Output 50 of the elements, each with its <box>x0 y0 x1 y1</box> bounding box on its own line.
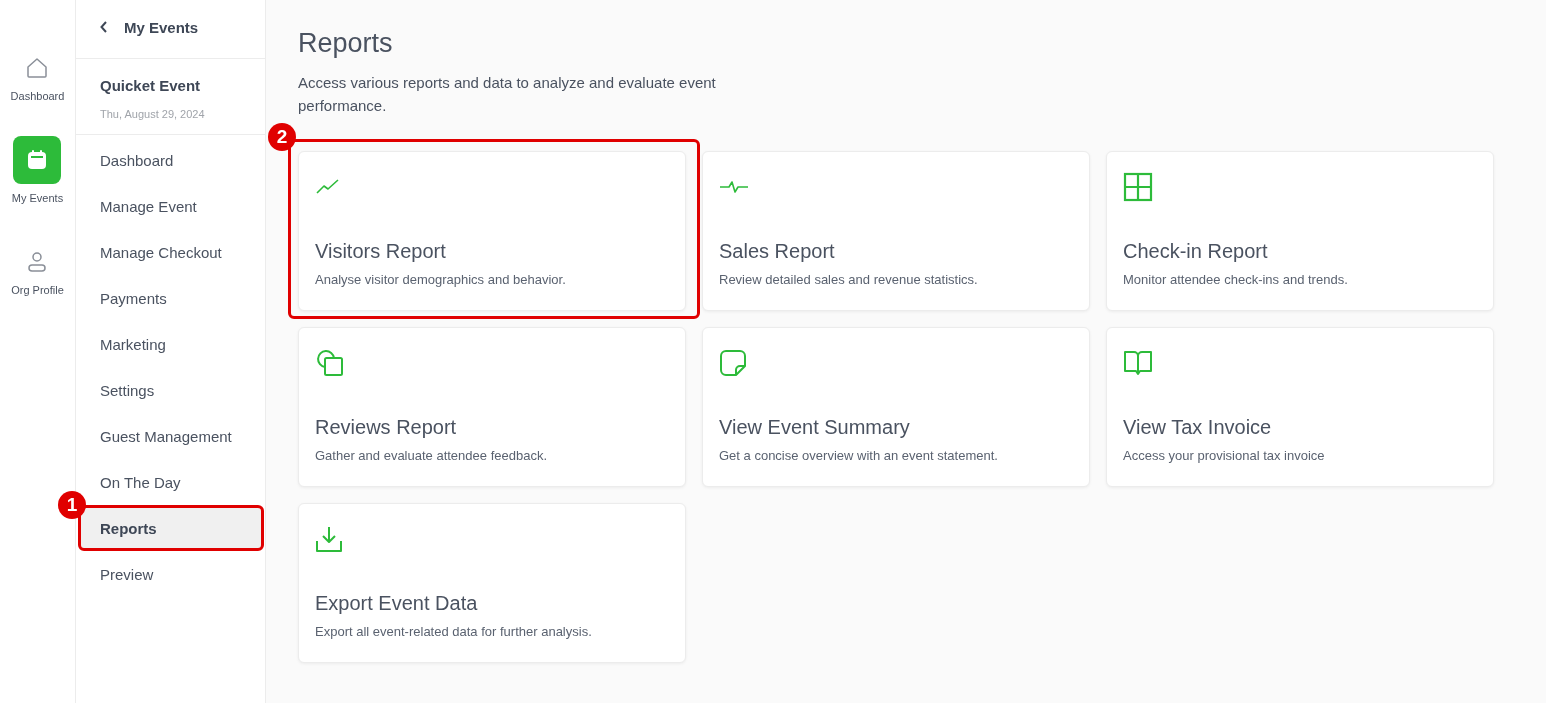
card-title: View Event Summary <box>719 416 911 439</box>
my-events-button[interactable] <box>13 136 62 184</box>
report-card[interactable]: View Tax Invoice Access your provisional tax invoice <box>1106 327 1494 487</box>
back-link[interactable]: My Events <box>76 0 265 59</box>
rail-label[interactable]: Org Profile <box>11 284 64 296</box>
report-card[interactable]: Visitors Report Analyse visitor demographics and behavior. <box>298 151 686 311</box>
rail-label[interactable]: My Events <box>11 192 64 204</box>
back-label[interactable]: My Events <box>124 19 199 36</box>
pulse-line-icon <box>719 179 749 195</box>
card-description: Review detailed sales and revenue statistics. <box>719 272 979 287</box>
sidebar-item[interactable]: Reports <box>80 507 262 549</box>
card-description: Export all event-related data for further analysis. <box>315 624 593 639</box>
card-description: Analyse visitor demographics and behavior. <box>315 272 567 287</box>
open-book-icon <box>1123 350 1153 376</box>
circle-square-icon <box>315 348 345 378</box>
event-date: Thu, August 29, 2024 <box>100 108 206 120</box>
card-title: Sales Report <box>719 240 836 263</box>
card-description: Access your provisional tax invoice <box>1123 448 1326 463</box>
sidebar-item[interactable]: Settings <box>80 369 262 411</box>
sidebar-item[interactable]: Manage Event <box>80 185 262 227</box>
sidebar-item[interactable]: Dashboard <box>80 139 262 181</box>
card-description: Monitor attendee check-ins and trends. <box>1123 272 1349 287</box>
event-name: Quicket Event <box>100 77 202 94</box>
page-description: Access various reports and data to analyze and evaluate event performance. <box>298 73 717 116</box>
grid-icon <box>1123 172 1153 202</box>
rail-label[interactable]: Dashboard <box>10 90 65 102</box>
report-card[interactable]: Check-in Report Monitor attendee check-ins and trends. <box>1106 151 1494 311</box>
sidebar-item[interactable]: Guest Management <box>80 415 262 457</box>
house-icon <box>25 56 50 80</box>
card-title: Export Event Data <box>315 592 479 615</box>
report-card[interactable]: Reviews Report Gather and evaluate attendee feedback. <box>298 327 686 487</box>
sidebar-item[interactable]: Marketing <box>80 323 262 365</box>
calendar-icon <box>26 149 49 171</box>
person-icon <box>26 250 49 274</box>
sidebar-item[interactable]: Manage Checkout <box>80 231 262 273</box>
card-description: Gather and evaluate attendee feedback. <box>315 448 548 463</box>
card-description: Get a concise overview with an event statement. <box>719 448 999 463</box>
report-card[interactable]: Sales Report Review detailed sales and revenue statistics. <box>702 151 1090 311</box>
card-title: Visitors Report <box>315 240 447 263</box>
card-title: View Tax Invoice <box>1123 416 1273 439</box>
card-title: Check-in Report <box>1123 240 1269 263</box>
download-icon <box>315 525 343 553</box>
sidebar-item[interactable]: Payments <box>80 277 262 319</box>
sidebar-item[interactable]: Preview <box>80 553 262 595</box>
report-card[interactable]: Export Event Data Export all event-related data for further analysis. <box>298 503 686 663</box>
card-title: Reviews Report <box>315 416 458 439</box>
callout-badge: 2 <box>268 123 296 151</box>
sticky-note-icon <box>719 349 747 377</box>
page-title: Reports <box>298 28 394 59</box>
report-card[interactable]: View Event Summary Get a concise overview with an event statement. <box>702 327 1090 487</box>
